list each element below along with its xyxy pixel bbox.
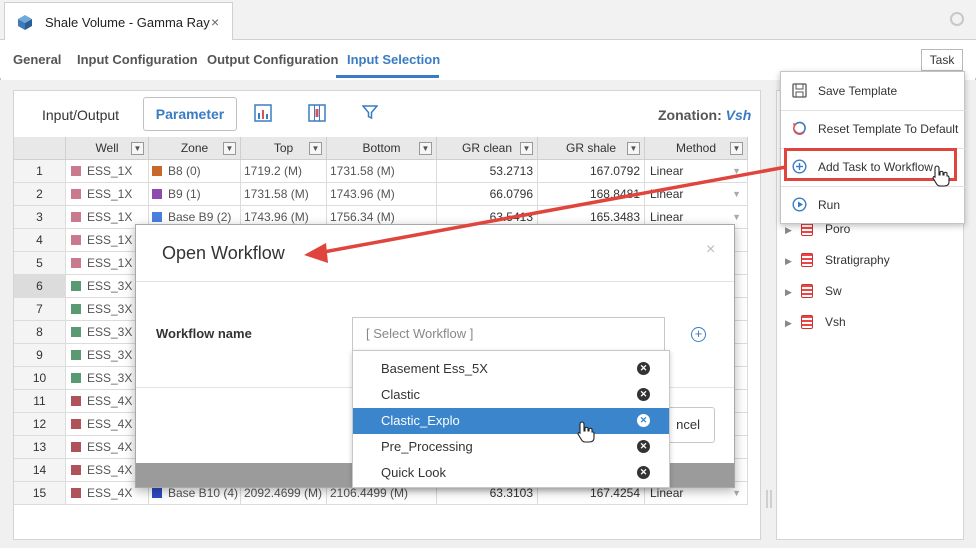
hand-cursor-icon — [577, 421, 595, 443]
annotation-arrow — [304, 165, 787, 263]
hand-cursor-icon — [932, 165, 950, 187]
